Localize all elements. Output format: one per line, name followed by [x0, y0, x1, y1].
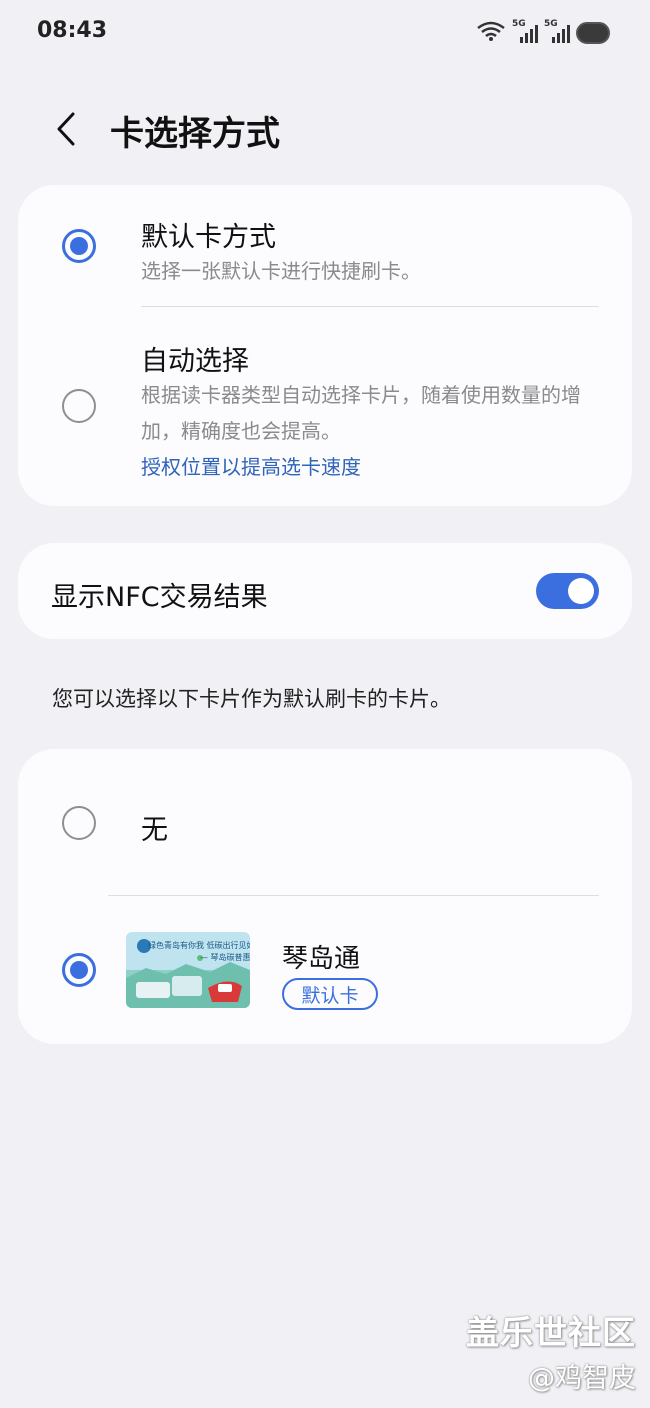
card-thumbnail: 绿色青岛有你我 低碳出行见好礼 — 琴岛碳普惠 — [126, 932, 250, 1008]
wifi-icon — [476, 20, 506, 46]
card-art-text: 绿色青岛有你我 低碳出行见好礼 — [148, 941, 250, 950]
nfc-result-toggle[interactable] — [536, 573, 599, 609]
location-permission-link[interactable]: 授权位置以提高选卡速度 — [141, 451, 361, 480]
chevron-left-icon — [57, 112, 75, 146]
status-icons: 5G 5G — [476, 19, 610, 46]
back-button[interactable] — [46, 104, 86, 154]
nfc-result-label: 显示NFC交易结果 — [51, 582, 268, 613]
status-bar: 08:43 5G 5G — [0, 0, 650, 66]
option-description: 选择一张默认卡进行快捷刷卡。 — [141, 259, 421, 283]
card-name: 琴岛通 — [282, 944, 361, 974]
radio-none[interactable] — [62, 806, 96, 840]
none-label: 无 — [141, 815, 168, 846]
card-list: 无 绿色青岛有你我 低碳出行见好礼 — 琴岛碳普惠 琴岛通 默认卡 — [18, 749, 632, 1044]
default-card-badge: 默认卡 — [282, 978, 378, 1010]
battery-icon — [576, 22, 610, 44]
toggle-knob — [568, 578, 594, 604]
option-title: 自动选择 — [141, 346, 249, 377]
status-time: 08:43 — [37, 18, 108, 43]
list-item-none[interactable]: 无 — [18, 749, 632, 895]
option-title: 默认卡方式 — [141, 222, 276, 253]
card-list-caption: 您可以选择以下卡片作为默认刷卡的卡片。 — [52, 687, 451, 711]
option-default-card[interactable]: 默认卡方式 选择一张默认卡进行快捷刷卡。 — [18, 185, 632, 305]
nfc-result-card[interactable]: 显示NFC交易结果 — [18, 543, 632, 639]
watermark-community: 盖乐世社区 — [466, 1313, 636, 1352]
signal-icon-2: 5G — [544, 19, 570, 45]
signal-icon-1: 5G — [512, 19, 538, 45]
radio-default-card[interactable] — [62, 229, 96, 263]
selection-mode-card: 默认卡方式 选择一张默认卡进行快捷刷卡。 自动选择 根据读卡器类型自动选择卡片，… — [18, 185, 632, 506]
page-title: 卡选择方式 — [110, 114, 280, 154]
option-description: 根据读卡器类型自动选择卡片，随着使用数量的增加，精确度也会提高。 — [141, 383, 581, 443]
radio-auto-select[interactable] — [62, 389, 96, 423]
radio-card-qindaotong[interactable] — [62, 953, 96, 987]
watermark-author: @鸡智皮 — [528, 1363, 636, 1394]
card-art-text: — 琴岛碳普惠 — [200, 953, 250, 962]
header: 卡选择方式 — [0, 100, 650, 160]
